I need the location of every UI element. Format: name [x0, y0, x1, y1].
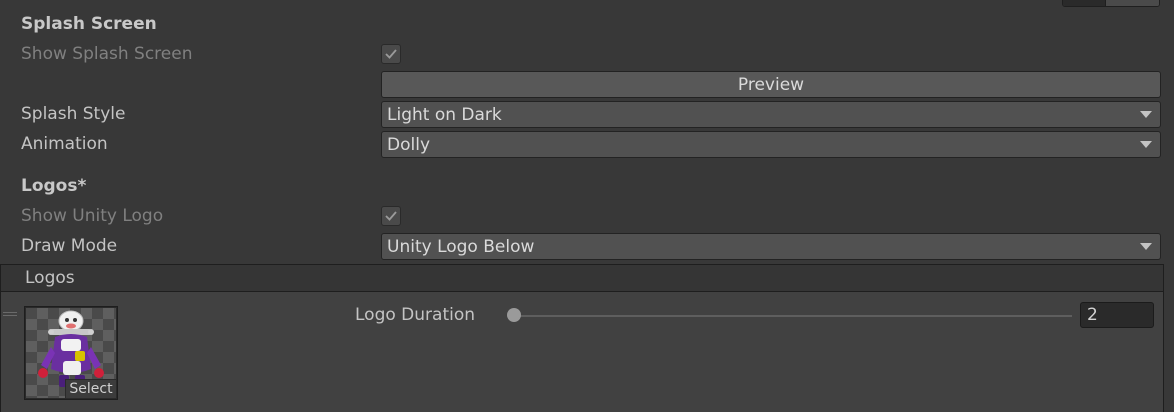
animation-label: Animation	[21, 134, 108, 154]
logo-sprite-field[interactable]: Select	[24, 306, 118, 400]
animation-dropdown[interactable]: Dolly	[381, 131, 1161, 158]
splash-screen-section-title: Splash Screen	[21, 14, 157, 34]
draw-mode-dropdown[interactable]: Unity Logo Below	[381, 233, 1161, 260]
chevron-down-icon	[1140, 141, 1152, 148]
show-unity-logo-label: Show Unity Logo	[21, 206, 164, 226]
splash-style-dropdown[interactable]: Light on Dark	[381, 101, 1161, 128]
show-splash-screen-checkbox[interactable]	[381, 44, 401, 64]
logo-duration-slider-knob[interactable]	[507, 308, 521, 322]
logos-section-title: Logos*	[21, 176, 87, 196]
draw-mode-label: Draw Mode	[21, 236, 118, 256]
logo-duration-slider-track[interactable]	[514, 315, 1072, 317]
checkmark-icon	[385, 211, 397, 221]
show-unity-logo-checkbox[interactable]	[381, 206, 401, 226]
logo-duration-field[interactable]: 2	[1080, 302, 1154, 328]
drag-handle-icon[interactable]	[3, 312, 17, 318]
logos-list-header: Logos	[0, 264, 1164, 292]
segment-left[interactable]	[1063, 0, 1106, 6]
toolbar-segment-control[interactable]	[1062, 0, 1160, 7]
player-settings-splash-panel: Splash Screen Show Splash Screen Preview…	[0, 0, 1174, 412]
chevron-down-icon	[1140, 243, 1152, 250]
splash-style-value: Light on Dark	[387, 104, 502, 125]
show-splash-screen-label: Show Splash Screen	[21, 44, 193, 64]
animation-value: Dolly	[387, 134, 430, 155]
checkmark-icon	[385, 49, 397, 59]
logo-duration-label: Logo Duration	[355, 305, 476, 325]
chevron-down-icon	[1140, 111, 1152, 118]
splash-style-label: Splash Style	[21, 104, 126, 124]
logo-select-button[interactable]: Select	[65, 379, 116, 398]
segment-right[interactable]	[1106, 0, 1159, 6]
logos-list-body	[0, 292, 1164, 412]
draw-mode-value: Unity Logo Below	[387, 236, 535, 257]
logos-list-title: Logos	[25, 268, 75, 288]
preview-button[interactable]: Preview	[381, 71, 1161, 98]
